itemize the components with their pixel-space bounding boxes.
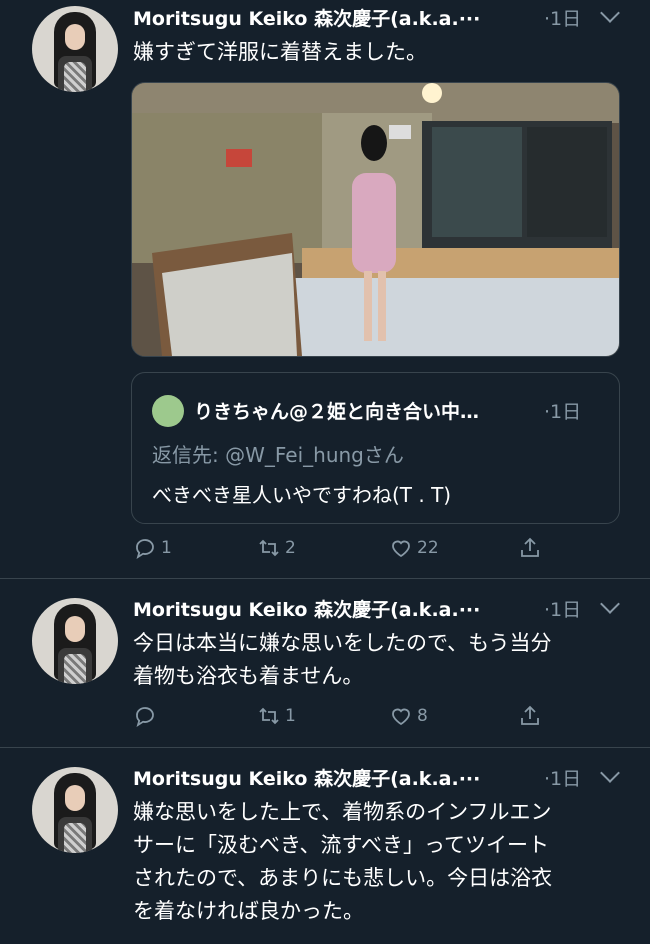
reply-button[interactable] xyxy=(133,704,157,728)
like-button[interactable]: 22 xyxy=(389,536,439,560)
quote-timestamp: ·1日 xyxy=(544,401,582,423)
like-button[interactable]: 8 xyxy=(389,704,428,728)
retweet-count: 2 xyxy=(285,538,296,558)
author-name[interactable]: Moritsugu Keiko 森次慶子(a.k.a.··· xyxy=(133,8,480,30)
share-button[interactable] xyxy=(518,704,542,728)
timestamp[interactable]: ·1日 xyxy=(544,764,581,791)
reply-button[interactable]: 1 xyxy=(133,536,172,560)
retweet-icon xyxy=(259,539,279,557)
timestamp[interactable]: ·1日 xyxy=(544,595,581,622)
reply-icon xyxy=(136,707,154,728)
share-icon xyxy=(521,705,539,725)
quote-author[interactable]: りきちゃん@２姫と向き合い中… xyxy=(194,397,479,424)
chevron-down-icon[interactable] xyxy=(600,763,620,783)
chevron-down-icon[interactable] xyxy=(600,594,620,614)
retweet-button[interactable]: 1 xyxy=(257,704,296,728)
heart-icon xyxy=(392,540,410,558)
reply-icon xyxy=(136,539,154,560)
tweet-1[interactable]: Moritsugu Keiko 森次慶子(a.k.a.··· ·1日 嫌すぎて洋… xyxy=(0,0,650,578)
tweet-2[interactable]: Moritsugu Keiko 森次慶子(a.k.a.··· ·1日 今日は本当… xyxy=(0,579,650,747)
share-button[interactable] xyxy=(518,536,542,560)
avatar[interactable] xyxy=(32,6,118,92)
avatar[interactable] xyxy=(32,767,118,853)
tweet-photo[interactable] xyxy=(131,82,620,357)
tweet-3[interactable]: Moritsugu Keiko 森次慶子(a.k.a.··· ·1日 嫌な思いを… xyxy=(0,748,650,944)
retweet-count: 1 xyxy=(285,706,296,726)
like-count: 22 xyxy=(417,538,439,558)
tweet-text: 今日は本当に嫌な思いをしたので、もう当分 着物も浴衣も着ません。 xyxy=(133,631,552,688)
photo-image xyxy=(132,83,619,356)
quote-text: べきべき星人いやですわね(T . T) xyxy=(152,483,452,507)
quote-reply-to: 返信先: @W_Fei_hungさん xyxy=(152,443,404,467)
chevron-down-icon[interactable] xyxy=(600,3,620,23)
retweet-button[interactable]: 2 xyxy=(257,536,296,560)
like-count: 8 xyxy=(417,706,428,726)
quote-avatar[interactable] xyxy=(152,395,184,427)
reply-count: 1 xyxy=(161,538,172,558)
heart-icon xyxy=(392,708,410,726)
retweet-icon xyxy=(259,707,279,725)
avatar[interactable] xyxy=(32,598,118,684)
author-name[interactable]: Moritsugu Keiko 森次慶子(a.k.a.··· xyxy=(133,599,480,621)
author-name[interactable]: Moritsugu Keiko 森次慶子(a.k.a.··· xyxy=(133,768,480,790)
quoted-tweet[interactable]: りきちゃん@２姫と向き合い中… ·1日 返信先: @W_Fei_hungさん べ… xyxy=(131,372,620,524)
tweet-text: 嫌すぎて洋服に着替えました。 xyxy=(133,40,427,64)
tweet-text: 嫌な思いをした上で、着物系のインフルエン サーに「汲むべき、流すべき」ってツイー… xyxy=(133,800,553,923)
timestamp[interactable]: ·1日 xyxy=(544,4,581,31)
share-icon xyxy=(521,537,539,557)
